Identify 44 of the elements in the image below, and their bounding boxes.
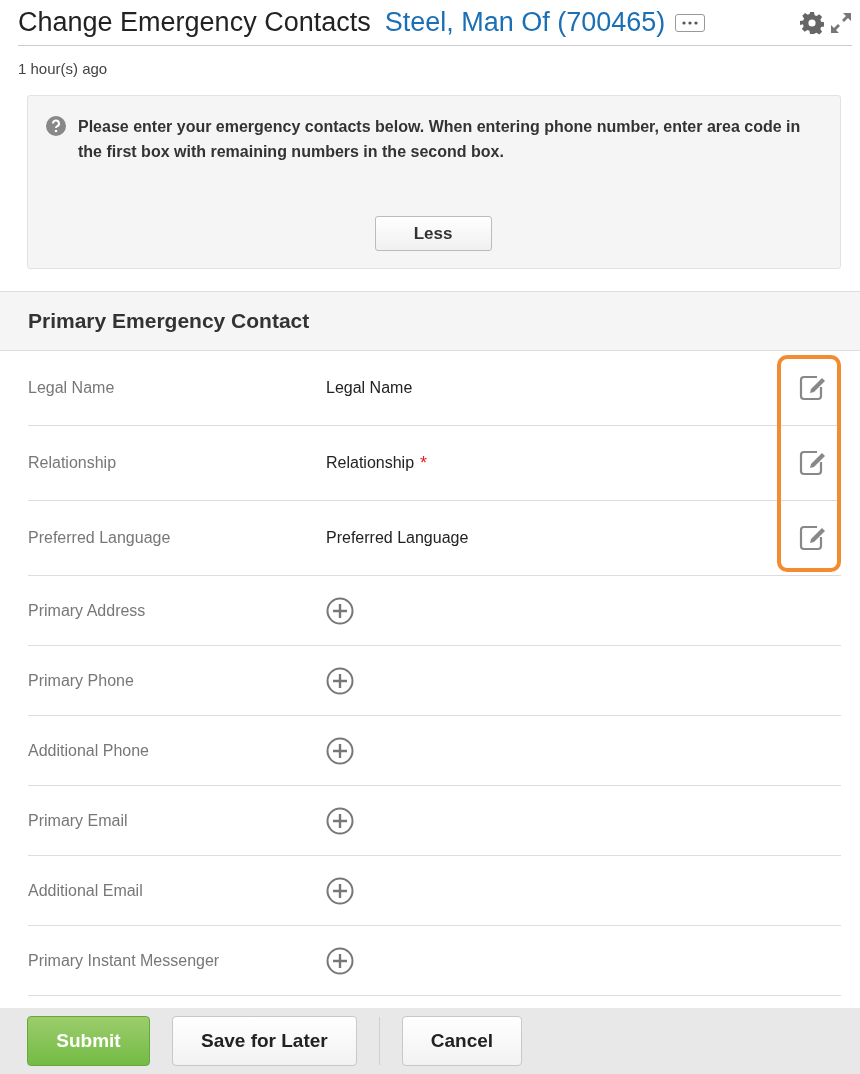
plus-circle-icon [326,806,354,835]
expand-icon[interactable] [830,11,852,34]
plus-circle-icon [326,736,354,765]
plus-circle-icon [326,666,354,695]
settings-icon[interactable] [800,10,824,35]
page-title: Change Emergency Contacts [18,7,371,38]
field-label: Relationship [28,454,118,472]
edit-button[interactable] [797,448,827,478]
add-button[interactable] [326,596,354,625]
edit-icon [797,373,827,403]
more-button[interactable] [675,13,706,32]
add-button[interactable] [326,806,354,835]
edit-button[interactable] [797,373,827,403]
plus-circle-icon [326,876,354,905]
timestamp: 1 hour(s) ago [18,60,109,79]
add-button[interactable] [326,876,354,905]
action-button[interactable]: Save for Later [172,1016,357,1066]
less-button[interactable]: Less [374,216,492,251]
add-button[interactable] [326,736,354,765]
field-value: Preferred Language [326,529,469,547]
add-button[interactable] [326,666,354,695]
field-label: Preferred Language [28,529,172,547]
ellipsis-icon [682,20,699,25]
field-value: Legal Name [326,379,413,397]
field-label: Legal Name [28,379,116,397]
section-title: Primary Emergency Contact [28,309,310,333]
field-label: Primary Instant Messenger [28,951,221,970]
field-label: Additional Phone [28,741,150,760]
field-label: Primary Email [28,811,129,830]
info-message: Please enter your emergency contacts below. When entering phone number, enter area code in the first box with remaining numbers in the second box. [78,117,802,162]
plus-circle-icon [326,596,354,625]
action-button[interactable]: Cancel [401,1016,523,1066]
help-icon [46,116,66,136]
add-button[interactable] [326,946,354,975]
field-label: Primary Address [28,601,147,620]
edit-icon [797,448,827,478]
employee-link[interactable]: Steel, Man Of (700465) [384,7,666,38]
edit-button[interactable] [797,523,827,553]
field-label: Primary Phone [28,671,135,690]
plus-circle-icon [326,946,354,975]
edit-icon [797,523,827,553]
required-marker: * [420,452,428,474]
field-value: Relationship [326,454,415,472]
field-label: Additional Email [28,881,144,900]
